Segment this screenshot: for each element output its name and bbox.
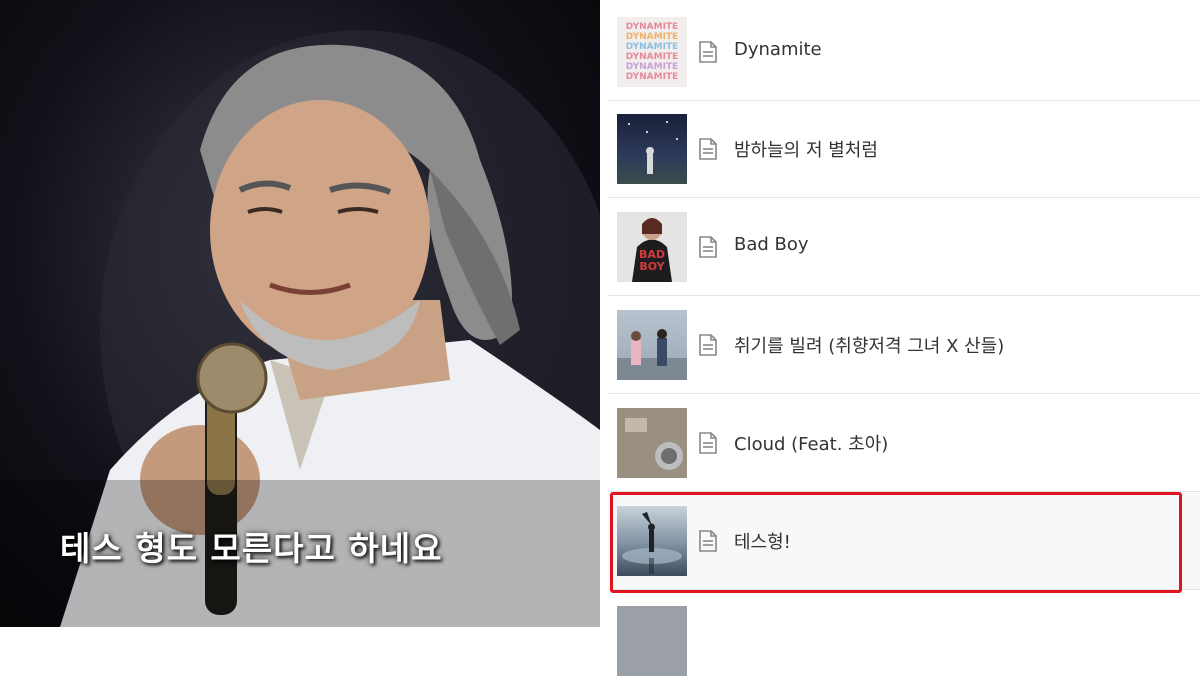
song-title: Cloud (Feat. 초아) [734, 434, 889, 455]
list-item-dynamite[interactable]: DYNAMITE DYNAMITE DYNAMITE DYNAMITE DYNA… [608, 4, 1200, 101]
document-icon [699, 432, 717, 454]
document-icon [699, 41, 717, 63]
list-item-bad-boy[interactable]: BAD BOY Bad Boy [608, 199, 1200, 296]
video-subtitle: 테스 형도 모른다고 하네요 [60, 529, 443, 568]
panel-divider [600, 0, 608, 627]
svg-text:DYNAMITE: DYNAMITE [626, 42, 678, 52]
album-art-next [617, 606, 687, 676]
document-icon [699, 138, 717, 160]
selection-highlight [610, 492, 1182, 593]
list-item-chwigi[interactable]: 취기를 빌려 (취향저격 그녀 X 산들) [608, 297, 1200, 394]
list-item-next[interactable] [608, 600, 1200, 697]
svg-text:DYNAMITE: DYNAMITE [626, 72, 678, 82]
list-item-bamhaneul[interactable]: 밤하늘의 저 별처럼 [608, 101, 1200, 198]
document-icon [699, 334, 717, 356]
video-frame: 테스 형도 모른다고 하네요 [0, 0, 600, 627]
album-art-bamhaneul [617, 114, 687, 184]
list-item-cloud[interactable]: Cloud (Feat. 초아) [608, 395, 1200, 492]
svg-text:BOY: BOY [639, 260, 665, 273]
album-art-cloud [617, 408, 687, 478]
svg-text:DYNAMITE: DYNAMITE [626, 22, 678, 32]
album-art-chwigi [617, 310, 687, 380]
song-title: Bad Boy [734, 234, 809, 255]
album-art-bad-boy: BAD BOY [617, 212, 687, 282]
document-icon [699, 236, 717, 258]
svg-text:DYNAMITE: DYNAMITE [626, 62, 678, 72]
svg-text:DYNAMITE: DYNAMITE [626, 52, 678, 62]
svg-text:DYNAMITE: DYNAMITE [626, 32, 678, 42]
song-title: 취기를 빌려 (취향저격 그녀 X 산들) [734, 336, 1005, 357]
song-title: 밤하늘의 저 별처럼 [734, 140, 878, 161]
album-art-dynamite: DYNAMITE DYNAMITE DYNAMITE DYNAMITE DYNA… [617, 17, 687, 87]
song-title: Dynamite [734, 39, 822, 60]
